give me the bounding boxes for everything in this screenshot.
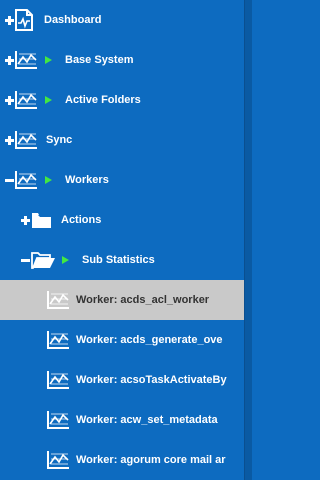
tree-item-label: Sync [46, 134, 73, 146]
tree-item-label: Worker: acw_set_metadata [76, 414, 218, 426]
tree-item-label: Actions [61, 214, 102, 226]
folder-open-icon [31, 251, 56, 269]
dashboard-document-icon [15, 9, 33, 31]
collapse-minus-icon[interactable] [5, 176, 14, 185]
tree-item-label: Sub Statistics [82, 254, 155, 266]
folder-icon [31, 212, 52, 229]
tree-item-label: Active Folders [65, 94, 141, 106]
expand-plus-icon[interactable] [5, 95, 14, 105]
tree-item-worker-acsotaskactivateby[interactable]: Worker: acsoTaskActivateBy [0, 360, 245, 400]
expand-plus-icon[interactable] [5, 55, 14, 65]
green-arrow-icon [45, 56, 59, 64]
tree-item-label: Workers [65, 174, 109, 186]
green-arrow-icon [62, 256, 76, 264]
tree-item-active-folders[interactable]: Active Folders [0, 80, 245, 120]
tree-item-base-system[interactable]: Base System [0, 40, 245, 80]
tree-item-sub-statistics[interactable]: Sub Statistics [0, 240, 245, 280]
tree-item-label: Worker: agorum core mail ar [76, 454, 226, 466]
tree-item-workers[interactable]: Workers [0, 160, 245, 200]
tree-item-dashboard[interactable]: Dashboard [0, 0, 245, 40]
tree-item-worker-acw-set-metadata[interactable]: Worker: acw_set_metadata [0, 400, 245, 440]
expand-plus-icon[interactable] [5, 135, 14, 145]
green-arrow-icon [45, 176, 59, 184]
tree-item-worker-acds-generate-ove[interactable]: Worker: acds_generate_ove [0, 320, 245, 360]
green-arrow-icon [45, 96, 59, 104]
expand-plus-icon[interactable] [21, 215, 30, 225]
tree-item-worker-acds-acl-worker[interactable]: Worker: acds_acl_worker [0, 280, 245, 320]
tree-item-label: Worker: acsoTaskActivateBy [76, 374, 227, 386]
chart-icon [47, 291, 69, 309]
chart-icon [15, 131, 37, 149]
expand-plus-icon[interactable] [5, 15, 14, 25]
tree-item-label: Base System [65, 54, 134, 66]
vertical-scrollbar[interactable] [244, 0, 252, 480]
tree-item-label: Worker: acds_acl_worker [76, 294, 210, 306]
chart-icon [47, 371, 69, 389]
chart-icon [47, 411, 69, 429]
chart-icon [15, 51, 37, 69]
chart-icon [47, 331, 69, 349]
tree-item-worker-agorum-core-mail[interactable]: Worker: agorum core mail ar [0, 440, 245, 480]
chart-icon [15, 171, 37, 189]
tree-item-label: Dashboard [44, 14, 102, 26]
collapse-minus-icon[interactable] [21, 256, 30, 265]
tree-item-label: Worker: acds_generate_ove [76, 334, 223, 346]
chart-icon [47, 451, 69, 469]
tree-item-actions[interactable]: Actions [0, 200, 245, 240]
chart-icon [15, 91, 37, 109]
statistics-tree: Dashboard Base System Active Folders Syn… [0, 0, 245, 480]
tree-item-sync[interactable]: Sync [0, 120, 245, 160]
